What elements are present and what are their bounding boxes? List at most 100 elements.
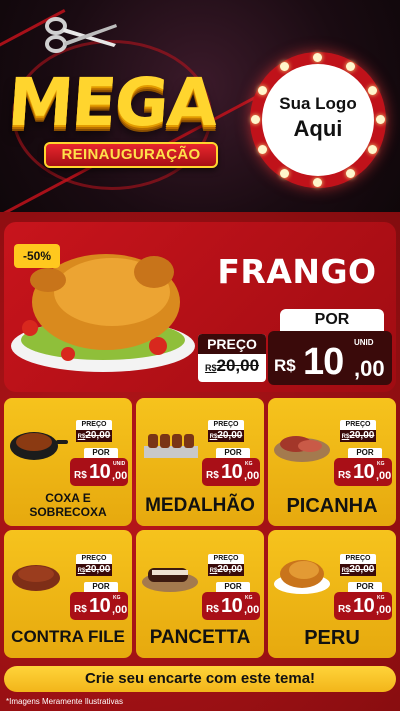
por-label: POR [84,582,118,592]
por-label: POR [216,582,250,592]
old-price-value: 20,00 [217,564,243,575]
preco-label: PREÇO [208,420,244,430]
light-bulb [376,115,385,124]
product-name-line1: COXA E [45,491,91,505]
light-bulb [251,115,260,124]
price-integer: 10 [221,461,243,483]
light-bulb [346,169,355,178]
price-integer: 10 [353,461,375,483]
product-card-peru[interactable]: PREÇO R$20,00 POR R$ 10 KG ,00 PERU [268,530,396,658]
price-unit: KG [113,595,121,601]
old-price: R$20,00 [76,430,112,442]
old-price-value: 20,00 [85,564,111,575]
new-price: R$ 10 UNID ,00 [70,458,128,486]
currency: R$ [338,604,351,615]
light-bulb [280,169,289,178]
food-image [10,432,68,460]
por-label: POR [84,448,118,458]
light-bulb [258,145,267,154]
price-decimal: ,00 [244,470,260,482]
product-name: CONTRA FILE [11,627,125,646]
featured-preco-label: PREÇO [198,334,266,354]
logo-placeholder[interactable]: Sua Logo Aqui [250,52,386,188]
discount-badge: -50% [14,244,60,268]
food-image [12,565,60,591]
light-bulb [313,178,322,187]
new-price: R$ 10 KG ,00 [334,458,392,486]
header-banner: MEGA REINAUGURAÇÃO Sua Logo Aqui [0,0,400,212]
featured-old-price: R$20,00 [198,356,266,376]
new-price: R$ 10 KG ,00 [334,592,392,620]
featured-product-name: FRANGO [217,252,377,291]
currency: R$ [338,470,351,481]
featured-price-unit: UNID [354,338,374,347]
price-decimal: ,00 [376,604,392,616]
price-integer: 10 [221,595,243,617]
price-unit: UNID [113,461,126,467]
por-label: POR [348,582,382,592]
product-name: MEDALHÃO [145,495,255,516]
price-decimal: ,00 [244,604,260,616]
disclaimer-text: *Imagens Meramente Ilustrativas [6,697,123,706]
price-decimal: ,00 [112,604,128,616]
price-unit: KG [377,595,385,601]
cta-button[interactable]: Crie seu encarte com este tema! [4,666,396,692]
old-price-value: 20,00 [349,564,375,575]
mega-title: MEGA [5,64,219,141]
product-card-picanha[interactable]: PREÇO R$20,00 POR R$ 10 KG ,00 PICANHA [268,398,396,526]
product-card-medalhao[interactable]: PREÇO R$ 20,00 POR R$ 10 KG ,00 MEDALHÃO [136,398,264,526]
light-bulb [313,53,322,62]
reinauguracao-banner: REINAUGURAÇÃO [44,142,218,168]
featured-por-label: POR [280,309,384,331]
preco-label: PREÇO [340,420,376,430]
product-name: COXA E SOBRECOXA [6,491,130,519]
product-card-coxa-sobrecoxa[interactable]: PREÇO R$20,00 POR R$ 10 UNID ,00 COXA E … [4,398,132,526]
featured-currency: R$ [274,356,296,375]
logo-circle: Sua Logo Aqui [262,64,374,176]
flyer-page: MEGA REINAUGURAÇÃO Sua Logo Aqui -50% FR… [0,0,400,711]
price-unit: KG [245,461,253,467]
price-decimal: ,00 [376,470,392,482]
featured-new-price: R$ 10 UNID ,00 [268,331,392,385]
preco-label: PREÇO [76,554,112,564]
featured-price-integer: 10 [303,341,344,383]
old-price-value: 20,00 [217,430,243,441]
price-integer: 10 [89,595,111,617]
old-price-value: 20,00 [85,430,111,441]
light-bulb [346,62,355,71]
old-price: R$20,00 [76,564,112,576]
scissors-icon [45,17,117,53]
currency: R$ [206,470,219,481]
product-card-contra-file[interactable]: PREÇO R$20,00 POR R$ 10 KG ,00 CONTRA FI… [4,530,132,658]
featured-old-value: 20,00 [216,356,260,375]
price-unit: KG [245,595,253,601]
new-price: R$ 10 KG ,00 [202,458,260,486]
old-price: R$20,00 [340,564,376,576]
price-unit: KG [377,461,385,467]
currency: R$ [206,604,219,615]
light-bulb [280,62,289,71]
preco-label: PREÇO [76,420,112,430]
light-bulb [368,145,377,154]
old-price: R$20,00 [208,564,244,576]
product-name-line2: SOBRECOXA [29,505,107,519]
featured-price-decimal: ,00 [354,356,385,381]
preco-label: PREÇO [208,554,244,564]
old-price-value: 20,00 [349,430,375,441]
product-name: PICANHA [286,495,378,517]
por-label: POR [348,448,382,458]
por-label: POR [216,448,250,458]
food-image [274,436,330,462]
product-card-pancetta[interactable]: PREÇO R$20,00 POR R$ 10 KG ,00 PANCETTA [136,530,264,658]
product-name: PANCETTA [149,627,251,648]
logo-text-line2: Aqui [293,116,343,141]
price-decimal: ,00 [112,470,128,482]
currency: R$ [74,604,87,615]
logo-text-line1: Sua Logo [279,94,357,113]
preco-label: PREÇO [340,554,376,564]
food-image [274,560,330,594]
product-name: PERU [304,627,360,649]
featured-old-currency: R$ [204,363,217,373]
old-price: R$20,00 [340,430,376,442]
new-price: R$ 10 KG ,00 [70,592,128,620]
